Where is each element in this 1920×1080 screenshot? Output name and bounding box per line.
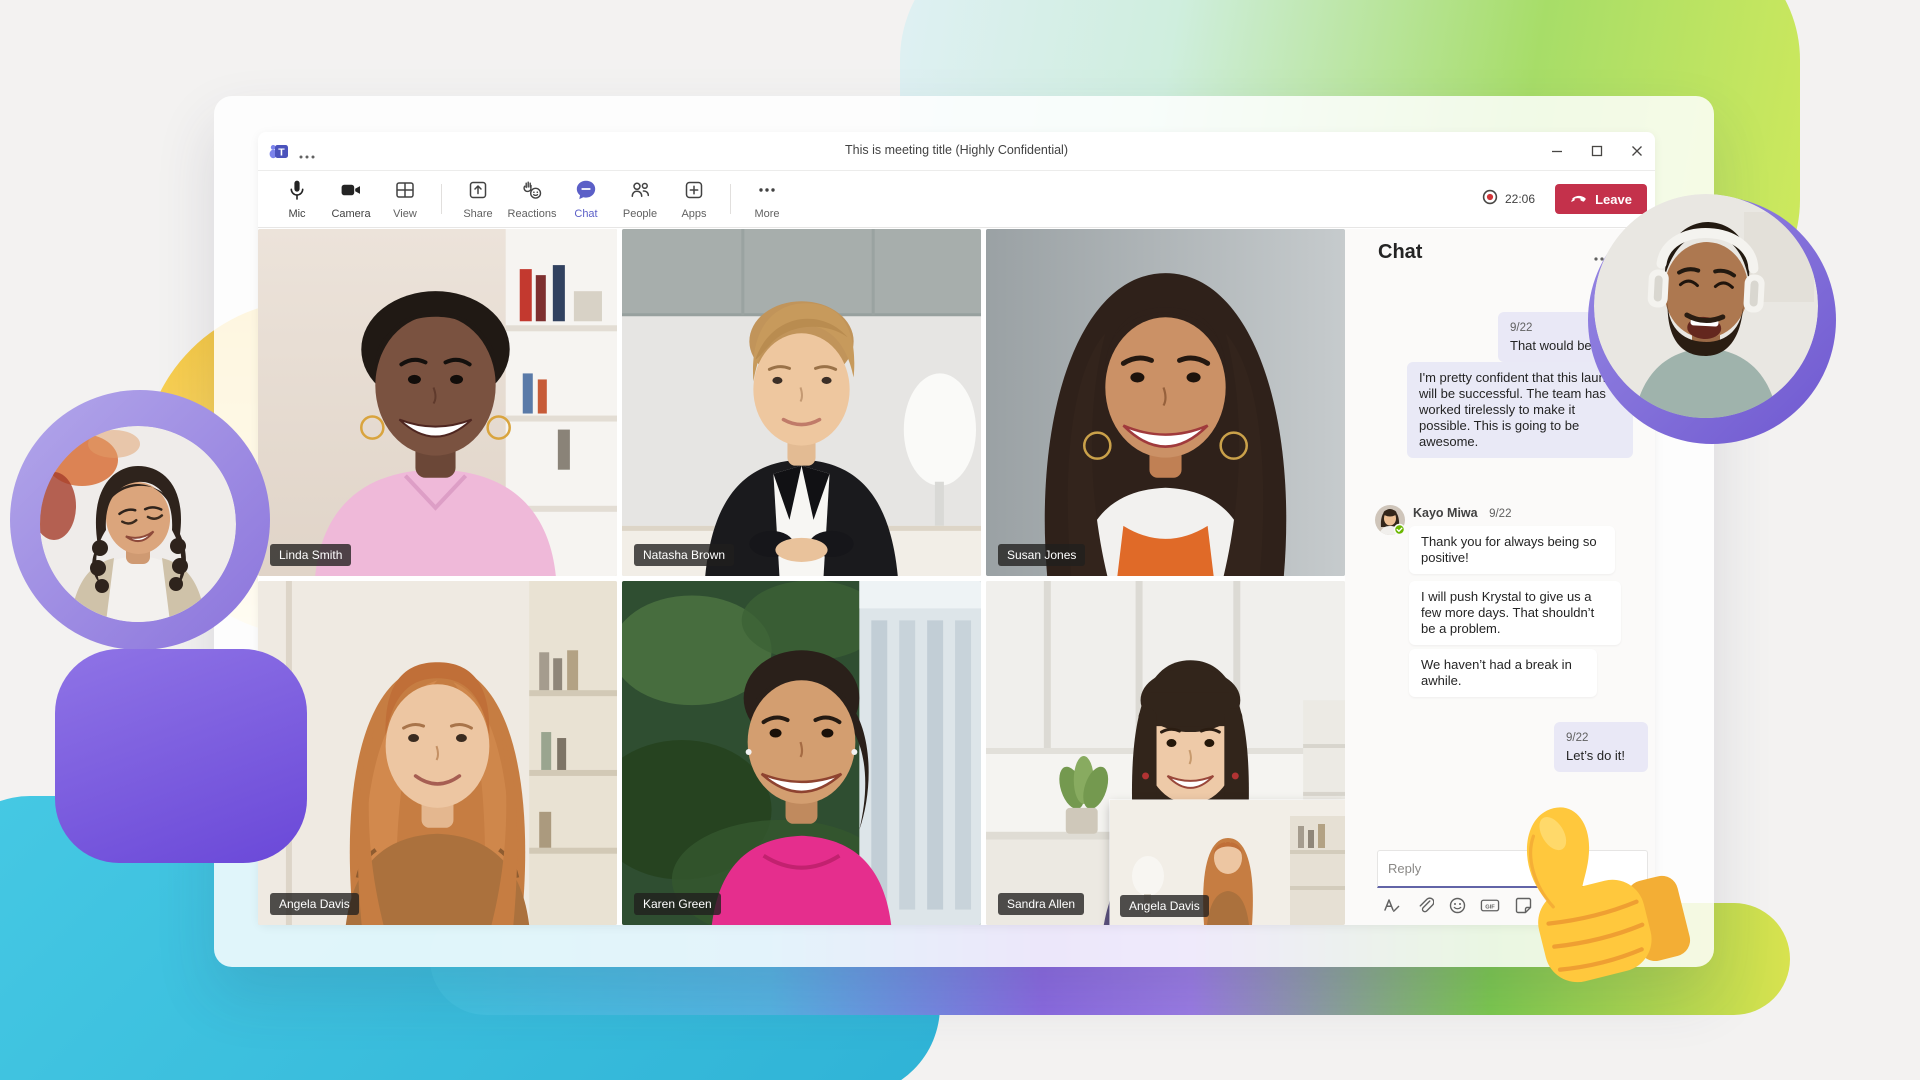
recording-time: 22:06 bbox=[1505, 192, 1535, 206]
reactions-icon bbox=[520, 178, 544, 207]
apps-button[interactable]: Apps bbox=[667, 173, 721, 225]
chat-message-received: I will push Krystal to give us a few mor… bbox=[1409, 581, 1621, 645]
decor-avatar-man bbox=[1594, 194, 1818, 418]
reactions-button[interactable]: Reactions bbox=[505, 173, 559, 225]
video-tile-angela-davis[interactable]: Angela Davis bbox=[258, 581, 617, 925]
participant-name-tag: Sandra Allen bbox=[998, 893, 1084, 915]
people-icon bbox=[628, 178, 652, 207]
message-text: Thank you for always being so positive! bbox=[1421, 534, 1603, 566]
meeting-toolbar: Mic Camera View Share Reactions Chat bbox=[258, 171, 1655, 228]
participant-name-tag: Natasha Brown bbox=[634, 544, 734, 566]
mic-button[interactable]: Mic bbox=[270, 173, 324, 225]
apps-icon bbox=[682, 178, 706, 207]
titlebar-more-icon[interactable] bbox=[298, 147, 316, 165]
leave-label: Leave bbox=[1595, 192, 1632, 207]
view-label: View bbox=[393, 209, 417, 220]
camera-icon bbox=[339, 178, 363, 207]
video-tile-sandra-allen[interactable]: Sandra Allen Angela Davis bbox=[986, 581, 1345, 925]
message-text: We haven’t had a break in awhile. bbox=[1421, 657, 1585, 689]
participant-name-tag: Susan Jones bbox=[998, 544, 1085, 566]
recording-icon bbox=[1482, 189, 1498, 210]
pip-name-tag: Angela Davis bbox=[1120, 895, 1209, 917]
chat-message-sent: 9/22 Let’s do it! bbox=[1554, 722, 1648, 772]
chat-button[interactable]: Chat bbox=[559, 173, 613, 225]
message-text: Let’s do it! bbox=[1566, 748, 1636, 764]
sender-name: Kayo Miwa bbox=[1413, 506, 1478, 520]
mic-icon bbox=[285, 178, 309, 207]
format-icon[interactable] bbox=[1381, 895, 1401, 915]
camera-button[interactable]: Camera bbox=[324, 173, 378, 225]
teams-logo-icon: T bbox=[268, 140, 290, 167]
message-text: I will push Krystal to give us a few mor… bbox=[1421, 589, 1609, 637]
share-button[interactable]: Share bbox=[451, 173, 505, 225]
svg-text:GIF: GIF bbox=[1485, 904, 1495, 910]
message-sender-row: Kayo Miwa 9/22 bbox=[1413, 506, 1511, 520]
reactions-label: Reactions bbox=[508, 209, 557, 220]
meeting-title: This is meeting title (Highly Confidenti… bbox=[845, 143, 1068, 157]
share-icon bbox=[466, 178, 490, 207]
toolbar-divider bbox=[441, 184, 442, 214]
chat-panel-title: Chat bbox=[1378, 241, 1422, 264]
message-text: I'm pretty confident that this launch wi… bbox=[1419, 370, 1621, 450]
video-tile-linda-smith[interactable]: Linda Smith bbox=[258, 229, 617, 576]
more-label: More bbox=[754, 209, 779, 220]
chat-message-received: I'm pretty confident that this launch wi… bbox=[1407, 362, 1633, 458]
people-label: People bbox=[623, 209, 657, 220]
video-tile-susan-jones[interactable]: Susan Jones bbox=[986, 229, 1345, 576]
chat-icon bbox=[574, 178, 598, 207]
pip-video-angela-davis[interactable]: Angela Davis bbox=[1110, 800, 1345, 925]
chat-message-received: Thank you for always being so positive! bbox=[1409, 526, 1615, 574]
video-tile-karen-green[interactable]: Karen Green bbox=[622, 581, 981, 925]
view-button[interactable]: View bbox=[378, 173, 432, 225]
more-button[interactable]: More bbox=[740, 173, 794, 225]
sender-time: 9/22 bbox=[1489, 508, 1511, 520]
page: { "titlebar": { "title": "This is meetin… bbox=[0, 0, 1920, 1080]
camera-label: Camera bbox=[331, 209, 370, 220]
decor-avatar-woman bbox=[40, 426, 236, 622]
apps-label: Apps bbox=[681, 209, 706, 220]
gif-icon[interactable]: GIF bbox=[1480, 895, 1500, 915]
chat-label: Chat bbox=[574, 209, 597, 220]
video-tile-natasha-brown[interactable]: Natasha Brown bbox=[622, 229, 981, 576]
participant-name-tag: Angela Davis bbox=[270, 893, 359, 915]
close-button[interactable] bbox=[1627, 141, 1647, 161]
emoji-icon[interactable] bbox=[1447, 895, 1467, 915]
window-titlebar: T This is meeting title (Highly Confiden… bbox=[258, 132, 1655, 171]
people-button[interactable]: People bbox=[613, 173, 667, 225]
maximize-button[interactable] bbox=[1587, 141, 1607, 161]
attach-icon[interactable] bbox=[1414, 895, 1434, 915]
chat-message-received: We haven’t had a break in awhile. bbox=[1409, 649, 1597, 697]
mic-label: Mic bbox=[288, 209, 305, 220]
participant-name-tag: Linda Smith bbox=[270, 544, 351, 566]
leave-button[interactable]: Leave bbox=[1555, 184, 1647, 214]
view-icon bbox=[393, 178, 417, 207]
minimize-button[interactable] bbox=[1547, 141, 1567, 161]
more-icon bbox=[755, 178, 779, 207]
decor-purple-blob bbox=[55, 649, 307, 863]
participant-name-tag: Karen Green bbox=[634, 893, 721, 915]
avatar-kayo-miwa bbox=[1375, 505, 1405, 535]
message-time: 9/22 bbox=[1566, 730, 1636, 746]
share-label: Share bbox=[463, 209, 492, 220]
leave-phone-icon bbox=[1570, 189, 1588, 210]
svg-text:T: T bbox=[278, 146, 285, 158]
presence-available-icon bbox=[1395, 525, 1405, 535]
toolbar-divider bbox=[730, 184, 731, 214]
